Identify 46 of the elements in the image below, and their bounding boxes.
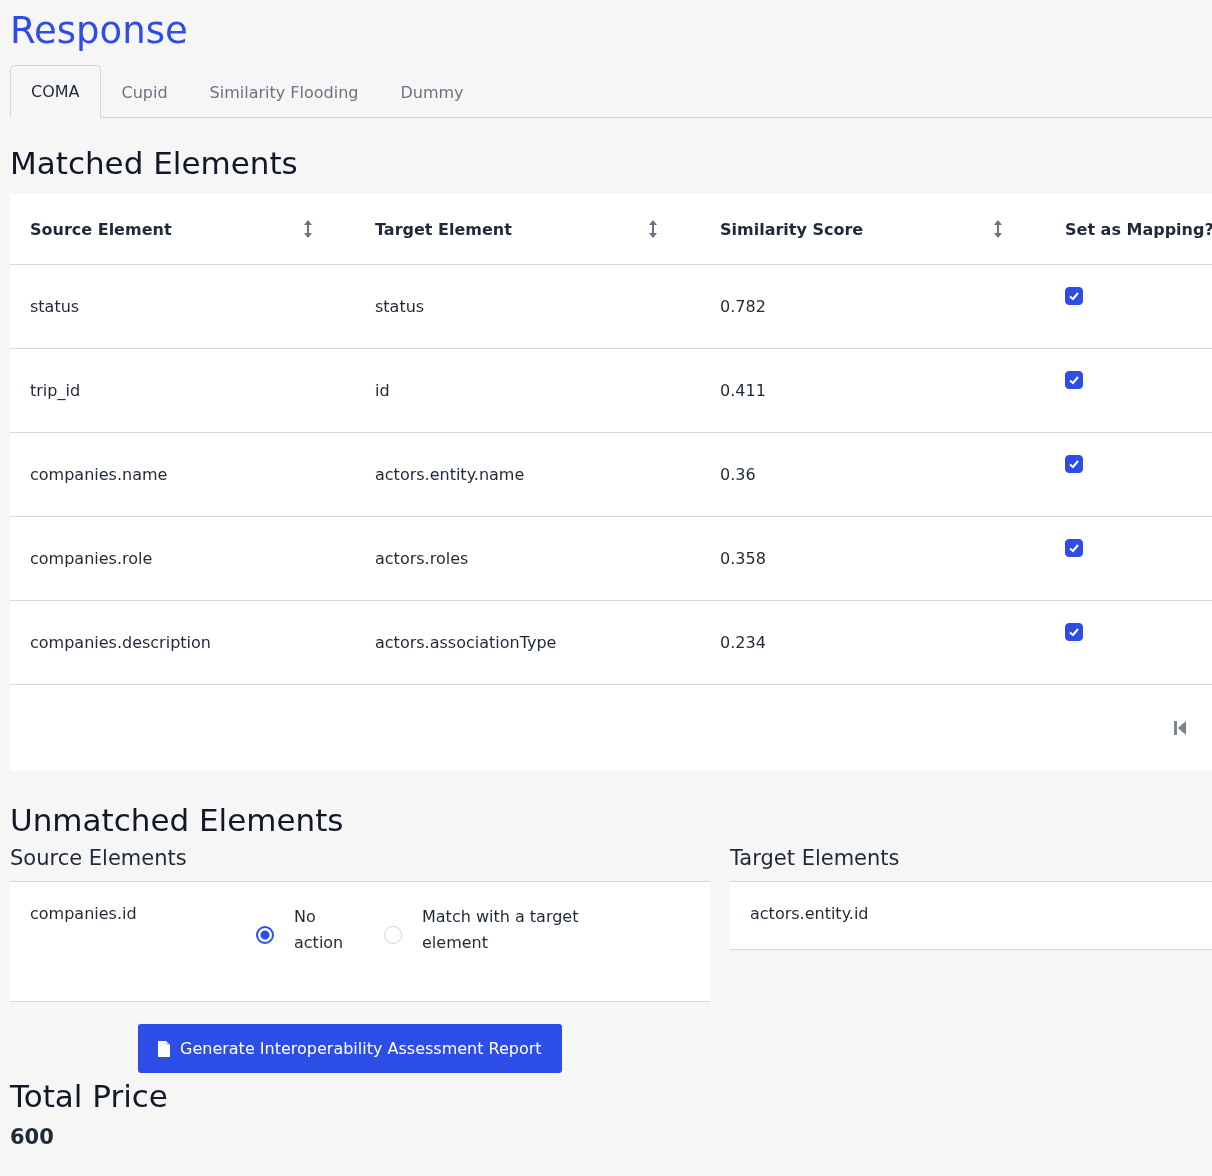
total-value: 600: [10, 1125, 55, 1149]
page-title: Response: [10, 8, 188, 54]
checkbox[interactable]: [1065, 371, 1083, 389]
element-name: companies.id: [30, 904, 138, 923]
column-header: Similarity Score: [720, 219, 864, 239]
table-cell: 0.411: [720, 381, 766, 400]
table-cell: companies.name: [30, 465, 168, 484]
table-cell: 0.36: [720, 465, 756, 484]
sort-icon[interactable]: [993, 219, 1003, 239]
section-heading: Unmatched Elements: [10, 801, 344, 839]
column-heading: Source Elements: [10, 845, 187, 872]
checkbox[interactable]: [1065, 455, 1083, 473]
element-name: actors.entity.id: [750, 904, 869, 923]
table-cell: actors.roles: [375, 549, 469, 568]
table-cell: actors.entity.name: [375, 465, 525, 484]
tab[interactable]: COMA: [10, 65, 101, 118]
table-cell: companies.role: [30, 549, 153, 568]
table-cell: 0.782: [720, 297, 766, 316]
sort-icon[interactable]: [303, 219, 313, 239]
table-cell: trip_id: [30, 381, 81, 400]
column-heading: Target Elements: [730, 845, 900, 872]
checkbox[interactable]: [1065, 287, 1083, 305]
column-header: Set as Mapping?: [1065, 219, 1212, 239]
table-cell: 0.358: [720, 549, 766, 568]
document-icon: [158, 1040, 170, 1057]
report-button[interactable]: Generate Interoperability Assessment Report: [138, 1024, 562, 1073]
radio-button[interactable]: [256, 926, 274, 944]
tab[interactable]: Similarity Flooding: [188, 65, 380, 118]
tab[interactable]: Cupid: [100, 65, 189, 118]
table-cell: 0.234: [720, 633, 766, 652]
section-heading: Matched Elements: [10, 144, 298, 182]
checkbox[interactable]: [1065, 539, 1083, 557]
column-header: Target Element: [375, 219, 512, 239]
sort-icon[interactable]: [648, 219, 658, 239]
section-heading: Total Price: [10, 1077, 168, 1115]
table-cell: actors.associationType: [375, 633, 557, 652]
table-cell: id: [375, 381, 390, 400]
tab[interactable]: Dummy: [379, 65, 485, 118]
radio-label: No action: [294, 906, 345, 954]
table-cell: status: [375, 297, 425, 316]
checkbox[interactable]: [1065, 623, 1083, 641]
column-header: Source Element: [30, 219, 172, 239]
first-page-icon[interactable]: [1173, 720, 1187, 736]
radio-label: Match with a target element: [422, 906, 580, 954]
table-cell: companies.description: [30, 633, 211, 652]
table-cell: status: [30, 297, 80, 316]
